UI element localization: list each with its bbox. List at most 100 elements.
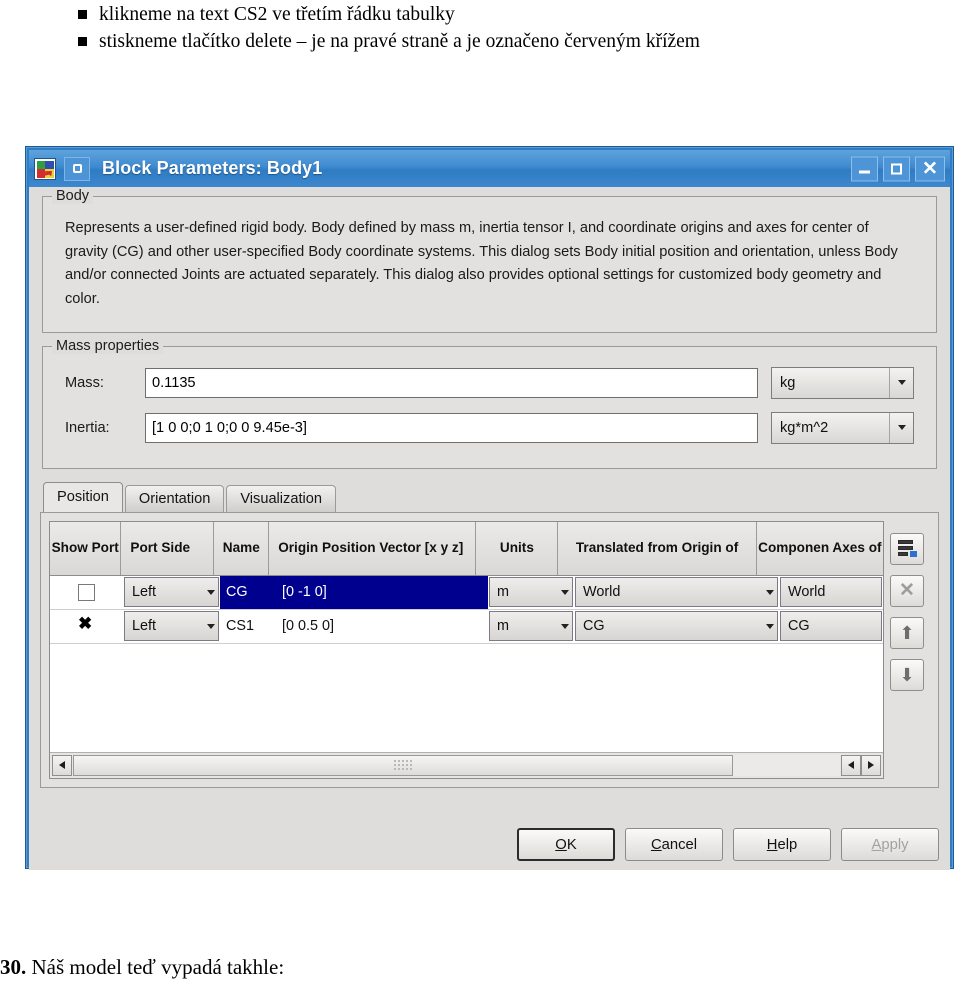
components-axes-select[interactable]: World bbox=[780, 577, 882, 608]
mass-unit-value: kg bbox=[780, 374, 796, 391]
inertia-unit-select[interactable]: kg*m^2 bbox=[771, 411, 914, 444]
scroll-left-button-2[interactable] bbox=[841, 754, 861, 776]
inertia-field-row: Inertia: [1 0 0;0 1 0;0 0 9.45e-3] kg*m^… bbox=[65, 411, 914, 444]
name-cell[interactable]: CS1 bbox=[220, 609, 276, 643]
cancel-mnemonic: C bbox=[650, 836, 662, 853]
port-side-value: Left bbox=[132, 618, 157, 635]
units-value: m bbox=[497, 584, 509, 601]
square-bullet-icon bbox=[78, 10, 87, 19]
dialog-button-bar: OK Cancel Help Apply bbox=[517, 828, 939, 861]
simulink-block-icon bbox=[34, 157, 56, 180]
port-side-select[interactable]: Left bbox=[124, 577, 219, 608]
body-description: Represents a user-defined rigid body. Bo… bbox=[65, 219, 898, 308]
chevron-down-icon bbox=[561, 589, 569, 595]
dialog-titlebar[interactable]: Block Parameters: Body1 ✕ bbox=[29, 150, 950, 187]
scroll-right-button[interactable] bbox=[861, 754, 881, 776]
apply-button[interactable]: Apply bbox=[841, 828, 939, 861]
help-button[interactable]: Help bbox=[733, 828, 831, 861]
origin-position-cell[interactable]: [0 0.5 0] bbox=[276, 609, 488, 643]
inertia-input[interactable]: [1 0 0;0 1 0;0 0 9.45e-3] bbox=[145, 412, 758, 443]
body-group: Body Represents a user-defined rigid bod… bbox=[42, 188, 937, 334]
chevron-down-icon bbox=[207, 589, 215, 595]
scroll-left-button[interactable] bbox=[52, 754, 72, 776]
ok-rest: K bbox=[566, 836, 577, 853]
mass-properties-group: Mass properties Mass: 0.1135 kg Inertia:… bbox=[42, 338, 937, 469]
units-value: m bbox=[497, 618, 509, 635]
tab-position[interactable]: Position bbox=[43, 481, 123, 512]
cancel-button[interactable]: Cancel bbox=[625, 828, 723, 861]
move-down-icon[interactable]: ⬇ bbox=[890, 658, 924, 691]
dialog-title: Block Parameters: Body1 bbox=[102, 158, 323, 178]
column-header-units[interactable]: Units bbox=[476, 521, 559, 575]
cancel-rest: ancel bbox=[661, 836, 698, 853]
units-select[interactable]: m bbox=[489, 577, 573, 608]
table-row[interactable]: Left CS1 [0 0.5 0] m CG CG bbox=[50, 609, 883, 644]
checkbox-unchecked-icon[interactable] bbox=[78, 583, 95, 601]
column-header-name[interactable]: Name bbox=[214, 521, 270, 575]
tabstrip: Position Orientation Visualization bbox=[40, 481, 939, 512]
close-icon[interactable]: ✕ bbox=[915, 156, 945, 181]
show-port-checkbox-cell[interactable] bbox=[50, 609, 123, 643]
scrollbar-thumb[interactable] bbox=[73, 754, 733, 776]
help-mnemonic: H bbox=[766, 836, 778, 853]
grip-icon bbox=[393, 760, 412, 771]
tab-visualization[interactable]: Visualization bbox=[226, 484, 336, 512]
table-header-row: Show Port Port Side Name Origin Position… bbox=[50, 521, 883, 576]
ok-mnemonic: O bbox=[555, 836, 567, 853]
help-rest: elp bbox=[777, 836, 798, 853]
column-header-components-axes[interactable]: Componen Axes of bbox=[756, 521, 883, 575]
components-axes-select[interactable]: CG bbox=[780, 611, 882, 642]
square-bullet-icon bbox=[78, 36, 87, 46]
mass-properties-legend: Mass properties bbox=[52, 338, 164, 355]
port-side-select[interactable]: Left bbox=[124, 611, 219, 642]
table-empty-area bbox=[50, 643, 883, 752]
column-header-show-port[interactable]: Show Port bbox=[50, 521, 122, 575]
footer-number: 30. bbox=[0, 955, 27, 979]
components-axes-value: World bbox=[788, 584, 826, 601]
translated-from-select[interactable]: World bbox=[575, 577, 778, 608]
translated-from-select[interactable]: CG bbox=[575, 611, 778, 642]
chevron-down-icon bbox=[561, 623, 569, 629]
document-footer: 30. Náš model teď vypadá takhle: bbox=[0, 955, 284, 980]
list-item: stiskneme tlačítko delete – je na pravé … bbox=[0, 29, 960, 56]
chevron-down-icon bbox=[766, 589, 774, 595]
table-horizontal-scrollbar[interactable] bbox=[50, 751, 883, 778]
column-header-origin-position[interactable]: Origin Position Vector [x y z] bbox=[269, 521, 477, 575]
table-side-toolbar: ✕ ⬆ ⬇ bbox=[884, 521, 930, 779]
port-side-value: Left bbox=[132, 584, 157, 601]
move-up-icon[interactable]: ⬆ bbox=[890, 616, 924, 649]
table-row[interactable]: Left CG [0 -1 0] m World World bbox=[50, 575, 883, 610]
chevron-down-icon bbox=[889, 412, 913, 443]
maximize-icon[interactable] bbox=[883, 156, 910, 181]
footer-text: Náš model teď vypadá takhle: bbox=[26, 955, 285, 979]
apply-mnemonic: A bbox=[871, 836, 882, 853]
chevron-down-icon bbox=[889, 367, 913, 398]
minimize-icon[interactable] bbox=[851, 156, 878, 181]
chevron-down-icon bbox=[766, 623, 774, 629]
mass-field-row: Mass: 0.1135 kg bbox=[65, 366, 914, 399]
delete-row-icon[interactable]: ✕ bbox=[890, 574, 924, 607]
coordinate-systems-table: Show Port Port Side Name Origin Position… bbox=[49, 520, 884, 779]
dialog-body: Body Represents a user-defined rigid bod… bbox=[29, 187, 950, 870]
column-header-port-side[interactable]: Port Side bbox=[121, 521, 215, 575]
add-row-icon[interactable] bbox=[890, 532, 924, 565]
bullet-text: stiskneme tlačítko delete – je na pravé … bbox=[99, 30, 700, 52]
show-port-checkbox-cell[interactable] bbox=[50, 575, 123, 609]
translated-from-value: World bbox=[583, 584, 621, 601]
checkbox-checked-icon[interactable] bbox=[78, 614, 95, 635]
column-header-translated-from[interactable]: Translated from Origin of bbox=[558, 521, 757, 575]
window-menu-icon[interactable] bbox=[64, 156, 90, 181]
origin-position-cell[interactable]: [0 -1 0] bbox=[276, 575, 488, 609]
inertia-unit-value: kg*m^2 bbox=[780, 419, 829, 436]
tab-orientation[interactable]: Orientation bbox=[124, 484, 225, 512]
body-group-legend: Body bbox=[52, 188, 94, 204]
mass-input[interactable]: 0.1135 bbox=[145, 367, 758, 398]
scrollbar-track[interactable] bbox=[73, 754, 840, 776]
mass-unit-select[interactable]: kg bbox=[771, 366, 914, 399]
ok-button[interactable]: OK bbox=[517, 828, 615, 861]
list-item: klikneme na text CS2 ve třetím řádku tab… bbox=[0, 2, 960, 29]
units-select[interactable]: m bbox=[489, 611, 573, 642]
name-cell[interactable]: CG bbox=[220, 575, 276, 609]
apply-rest: pply bbox=[881, 836, 909, 853]
document-bullet-list: klikneme na text CS2 ve třetím řádku tab… bbox=[0, 0, 960, 56]
